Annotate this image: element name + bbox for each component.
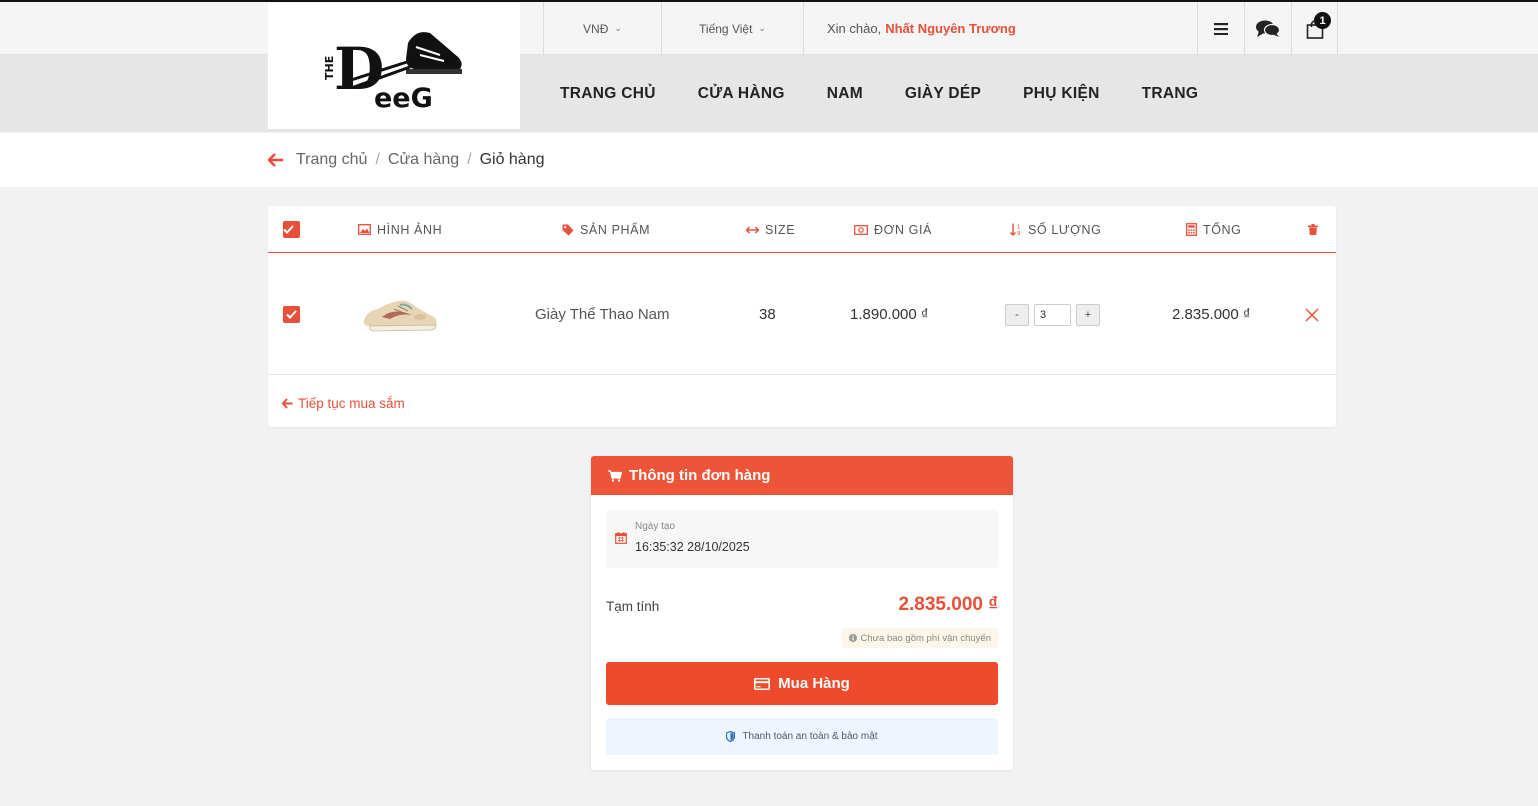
continue-shopping-link[interactable]: Tiếp tục mua sắm (282, 396, 405, 411)
continue-shopping-label: Tiếp tục mua sắm (298, 396, 405, 411)
remove-item-button[interactable] (1305, 254, 1319, 375)
back-button[interactable] (268, 153, 284, 167)
nav-item-accessories[interactable]: PHỤ KIỆN (1023, 85, 1099, 103)
arrow-left-icon (282, 398, 293, 409)
cart-icon (608, 469, 622, 482)
product-size: 38 (759, 306, 776, 323)
info-icon (848, 634, 857, 642)
product-name[interactable]: Giày Thể Thao Nam (535, 254, 670, 375)
breadcrumb-home[interactable]: Trang chủ (296, 151, 367, 169)
product-total: 2.835.000 ₫ (1172, 306, 1251, 323)
nav-item-men[interactable]: NAM (827, 85, 863, 103)
checkbox-checked-icon (283, 221, 300, 238)
currency-label: VNĐ (583, 21, 609, 36)
header-price: ĐƠN GIÁ (854, 206, 932, 253)
order-summary-title: Thông tin đơn hàng (629, 467, 771, 484)
language-label: Tiếng Việt (699, 21, 753, 36)
image-icon (358, 224, 371, 235)
breadcrumb-current: Giỏ hàng (479, 151, 545, 168)
svg-text:eeG: eeG (374, 83, 433, 113)
header-size-label: SIZE (765, 222, 796, 237)
sneaker-image (363, 300, 437, 331)
menu-button[interactable] (1197, 2, 1244, 55)
calculator-icon (1186, 223, 1197, 236)
header-image-label: HÌNH ẢNH (377, 222, 443, 237)
hamburger-icon (1214, 22, 1228, 35)
shield-icon (726, 731, 736, 742)
tag-icon (562, 224, 574, 235)
close-icon (1305, 308, 1319, 321)
quantity-input[interactable]: 3 (1034, 303, 1071, 326)
username-link[interactable]: Nhất Nguyên Trương (885, 21, 1016, 36)
nav-item-shoes[interactable]: GIÀY DÉP (905, 85, 981, 103)
item-checkbox[interactable] (283, 254, 300, 375)
select-all-checkbox[interactable] (283, 206, 300, 253)
subtotal-value: 2.835.000 ₫ (898, 594, 998, 615)
created-date-value: 16:35:32 28/10/2025 (635, 540, 750, 554)
order-summary-panel: Thông tin đơn hàng Ngày tạo 16:35:32 28/… (591, 456, 1013, 770)
cart-table: HÌNH ẢNH SẢN PHẨM SIZE ĐƠN GIÁ 1 9 SỐ LƯ… (268, 206, 1336, 427)
site-logo[interactable]: THE D eeG (268, 3, 520, 129)
header-size: SIZE (746, 206, 795, 253)
user-greeting: Xin chào, Nhất Nguyên Trương (803, 2, 1196, 55)
money-icon (854, 224, 868, 235)
shipping-note-text: Chưa bao gồm phí vận chuyển (860, 632, 991, 644)
header-total: TỔNG (1186, 206, 1242, 253)
breadcrumb-shop[interactable]: Cửa hàng (388, 151, 459, 169)
chevron-down-icon: ⌄ (758, 23, 766, 33)
svg-text:1: 1 (1017, 225, 1021, 231)
currency-selector[interactable]: VNĐ ⌄ (543, 2, 661, 55)
checkbox-checked-icon (283, 306, 300, 323)
buy-button-label: Mua Hàng (778, 675, 850, 692)
sort-numeric-icon: 1 9 (1010, 223, 1021, 236)
main-nav: TRANG CHỦ CỬA HÀNG NAM GIÀY DÉP PHỤ KIỆN… (560, 55, 1240, 132)
language-selector[interactable]: Tiếng Việt ⌄ (661, 2, 803, 55)
shipping-note: Chưa bao gồm phí vận chuyển (841, 628, 998, 648)
header-total-label: TỔNG (1203, 222, 1242, 237)
product-price: 1.890.000 ₫ (850, 306, 929, 323)
cart-count-badge: 1 (1314, 12, 1331, 29)
header-product-label: SẢN PHẨM (580, 222, 651, 237)
product-image[interactable] (360, 254, 440, 375)
credit-card-icon (754, 677, 771, 690)
cart-header-row: HÌNH ẢNH SẢN PHẨM SIZE ĐƠN GIÁ 1 9 SỐ LƯ… (268, 206, 1336, 253)
nav-item-home[interactable]: TRANG CHỦ (560, 85, 656, 103)
quantity-increase-button[interactable]: + (1076, 303, 1100, 326)
quantity-decrease-button[interactable]: - (1005, 303, 1029, 326)
delete-all-button[interactable] (1308, 206, 1324, 253)
quantity-stepper: - 3 + (1005, 254, 1100, 375)
created-date-label: Ngày tạo (635, 521, 676, 532)
header-product: SẢN PHẨM (562, 206, 650, 253)
header-quantity-label: SỐ LƯỢNG (1028, 222, 1102, 237)
created-date-field: Ngày tạo 16:35:32 28/10/2025 (606, 510, 998, 568)
breadcrumb-separator: / (467, 151, 472, 168)
header-quantity: 1 9 SỐ LƯỢNG (1010, 206, 1101, 253)
logo-icon: THE D eeG (323, 32, 462, 113)
breadcrumb-bar (0, 133, 1538, 187)
nav-item-shop[interactable]: CỬA HÀNG (698, 85, 785, 103)
cart-button[interactable]: 1 (1291, 2, 1338, 55)
header-price-label: ĐƠN GIÁ (874, 222, 932, 237)
chat-icon (1256, 20, 1280, 37)
order-summary-header: Thông tin đơn hàng (591, 456, 1013, 495)
calendar-icon (615, 532, 627, 544)
arrows-horizontal-icon (746, 225, 759, 234)
svg-text:9: 9 (1017, 231, 1021, 236)
breadcrumb: Trang chủ / Cửa hàng / Giỏ hàng (268, 133, 545, 187)
subtotal-label: Tạm tính (606, 599, 660, 614)
greeting-text: Xin chào, (827, 21, 882, 36)
cart-item-row: Giày Thể Thao Nam 38 1.890.000 ₫ - 3 + 2… (268, 254, 1336, 375)
buy-button[interactable]: Mua Hàng (606, 662, 998, 705)
nav-item-pages[interactable]: TRANG (1142, 85, 1199, 103)
breadcrumb-separator: / (375, 151, 380, 168)
header-image: HÌNH ẢNH (358, 206, 442, 253)
secure-payment-text: Thanh toán an toàn & bảo mật (742, 731, 878, 742)
arrow-left-icon (268, 153, 283, 167)
secure-payment-note: Thanh toán an toàn & bảo mật (606, 718, 998, 755)
chevron-down-icon: ⌄ (614, 23, 622, 33)
trash-icon (1308, 224, 1318, 235)
chat-button[interactable] (1244, 2, 1291, 55)
